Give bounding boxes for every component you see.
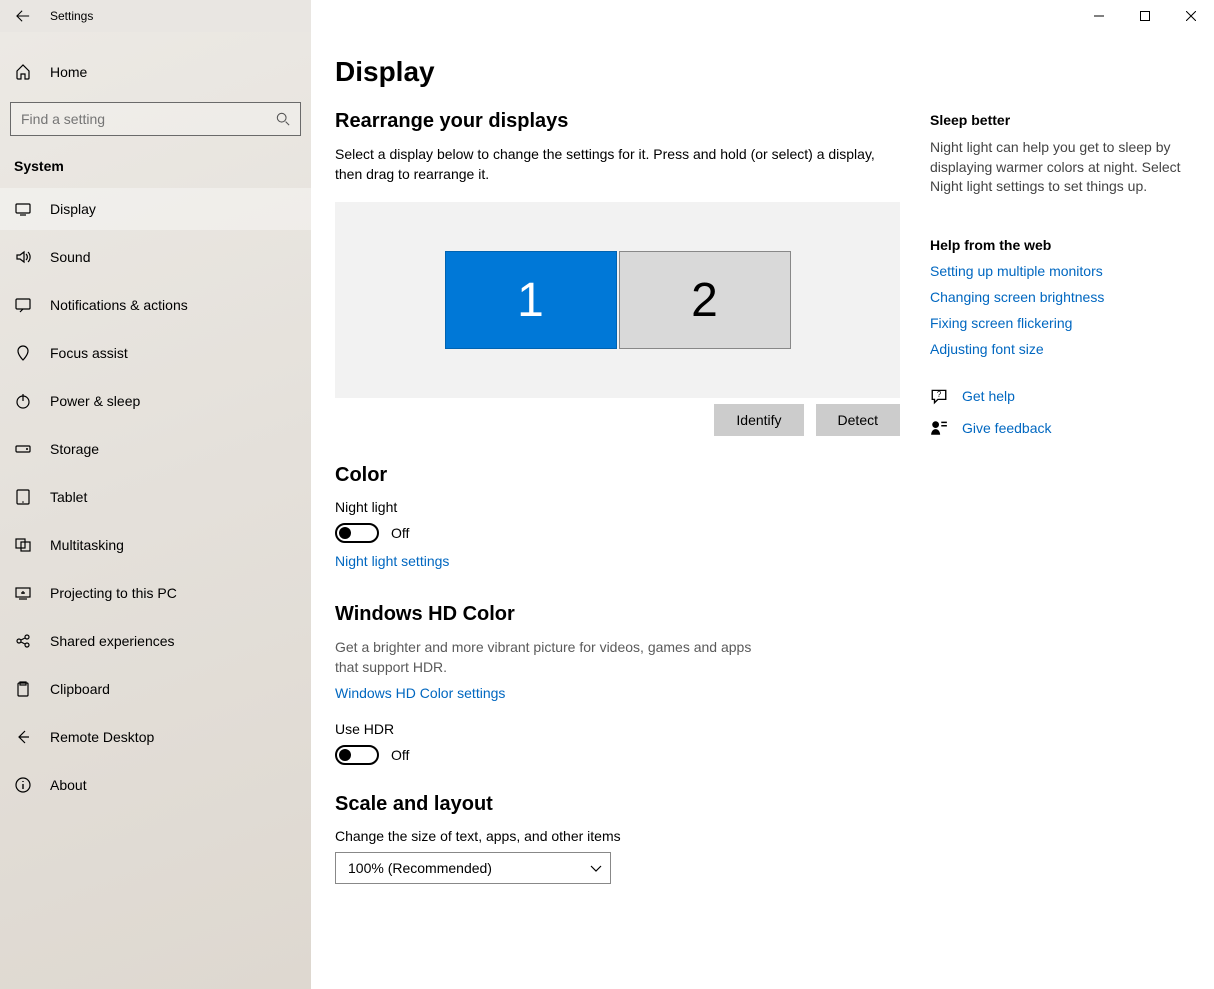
notifications-icon	[14, 296, 32, 314]
sidebar-item-label: Shared experiences	[50, 633, 175, 649]
svg-text:?: ?	[937, 390, 942, 399]
sidebar-item-display[interactable]: Display	[0, 188, 311, 230]
display-icon	[14, 200, 32, 218]
sidebar-item-label: Tablet	[50, 489, 87, 505]
get-help-link[interactable]: Get help	[962, 388, 1015, 404]
help-link-flickering[interactable]: Fixing screen flickering	[930, 315, 1190, 331]
sidebar-item-projecting[interactable]: Projecting to this PC	[0, 572, 311, 614]
minimize-button[interactable]	[1076, 0, 1122, 32]
get-help-icon: ?	[930, 387, 948, 405]
sidebar-item-label: Storage	[50, 441, 99, 457]
sidebar-item-clipboard[interactable]: Clipboard	[0, 668, 311, 710]
help-from-web-heading: Help from the web	[930, 237, 1190, 253]
search-input[interactable]	[21, 111, 276, 127]
sidebar-item-label: Clipboard	[50, 681, 110, 697]
maximize-icon	[1140, 11, 1150, 21]
scale-value: 100% (Recommended)	[348, 860, 492, 876]
sidebar: Home System Display Sound Notifications …	[0, 32, 311, 989]
give-feedback-link[interactable]: Give feedback	[962, 420, 1052, 436]
window-title: Settings	[46, 0, 93, 32]
tablet-icon	[14, 488, 32, 506]
sleep-better-heading: Sleep better	[930, 112, 1190, 128]
rearrange-heading: Rearrange your displays	[335, 110, 900, 133]
use-hdr-state: Off	[391, 747, 409, 763]
sidebar-item-label: Display	[50, 201, 96, 217]
sidebar-home[interactable]: Home	[0, 52, 311, 92]
sidebar-item-power-sleep[interactable]: Power & sleep	[0, 380, 311, 422]
home-icon	[14, 63, 32, 81]
titlebar: Settings	[0, 0, 1214, 32]
close-button[interactable]	[1168, 0, 1214, 32]
sidebar-item-tablet[interactable]: Tablet	[0, 476, 311, 518]
night-light-state: Off	[391, 525, 409, 541]
projecting-icon	[14, 584, 32, 602]
remote-desktop-icon	[14, 728, 32, 746]
help-link-font-size[interactable]: Adjusting font size	[930, 341, 1190, 357]
shared-experiences-icon	[14, 632, 32, 650]
sidebar-item-label: About	[50, 777, 87, 793]
rearrange-desc: Select a display below to change the set…	[335, 145, 900, 184]
page-title: Display	[335, 56, 900, 88]
scale-dropdown[interactable]: 100% (Recommended)	[335, 852, 611, 884]
back-button[interactable]	[0, 0, 46, 32]
sidebar-item-about[interactable]: About	[0, 764, 311, 806]
identify-button[interactable]: Identify	[714, 404, 803, 436]
power-icon	[14, 392, 32, 410]
monitor-2[interactable]: 2	[619, 251, 791, 349]
about-icon	[14, 776, 32, 794]
storage-icon	[14, 440, 32, 458]
give-feedback-row[interactable]: Give feedback	[930, 419, 1190, 437]
search-icon	[276, 112, 290, 126]
sidebar-category: System	[0, 158, 311, 188]
help-link-brightness[interactable]: Changing screen brightness	[930, 289, 1190, 305]
sidebar-item-notifications[interactable]: Notifications & actions	[0, 284, 311, 326]
scale-label: Change the size of text, apps, and other…	[335, 828, 900, 844]
close-icon	[1186, 11, 1196, 21]
sidebar-item-remote-desktop[interactable]: Remote Desktop	[0, 716, 311, 758]
search-input-wrapper[interactable]	[10, 102, 301, 136]
sidebar-item-label: Focus assist	[50, 345, 128, 361]
sidebar-item-label: Power & sleep	[50, 393, 140, 409]
sidebar-item-sound[interactable]: Sound	[0, 236, 311, 278]
minimize-icon	[1094, 11, 1104, 21]
sidebar-item-label: Remote Desktop	[50, 729, 154, 745]
sound-icon	[14, 248, 32, 266]
monitor-1[interactable]: 1	[445, 251, 617, 349]
detect-button[interactable]: Detect	[816, 404, 900, 436]
help-link-multiple-monitors[interactable]: Setting up multiple monitors	[930, 263, 1190, 279]
clipboard-icon	[14, 680, 32, 698]
color-heading: Color	[335, 464, 900, 487]
give-feedback-icon	[930, 419, 948, 437]
main: Display Rearrange your displays Select a…	[311, 32, 1214, 989]
focus-assist-icon	[14, 344, 32, 362]
use-hdr-label: Use HDR	[335, 721, 900, 737]
sidebar-item-label: Notifications & actions	[50, 297, 188, 313]
sidebar-item-multitasking[interactable]: Multitasking	[0, 524, 311, 566]
display-arrangement-area[interactable]: 1 2	[335, 202, 900, 398]
aside: Sleep better Night light can help you ge…	[930, 56, 1190, 989]
multitasking-icon	[14, 536, 32, 554]
chevron-down-icon	[590, 862, 602, 874]
sleep-better-desc: Night light can help you get to sleep by…	[930, 138, 1190, 197]
sidebar-item-label: Sound	[50, 249, 90, 265]
get-help-row[interactable]: ? Get help	[930, 387, 1190, 405]
night-light-label: Night light	[335, 499, 900, 515]
arrow-left-icon	[16, 9, 30, 23]
hdcolor-settings-link[interactable]: Windows HD Color settings	[335, 685, 505, 701]
hdcolor-heading: Windows HD Color	[335, 603, 900, 626]
sidebar-home-label: Home	[50, 64, 87, 80]
sidebar-item-label: Multitasking	[50, 537, 124, 553]
sidebar-item-label: Projecting to this PC	[50, 585, 177, 601]
night-light-settings-link[interactable]: Night light settings	[335, 553, 449, 569]
sidebar-item-shared-experiences[interactable]: Shared experiences	[0, 620, 311, 662]
scale-heading: Scale and layout	[335, 793, 900, 816]
night-light-toggle[interactable]	[335, 523, 379, 543]
sidebar-item-focus-assist[interactable]: Focus assist	[0, 332, 311, 374]
use-hdr-toggle[interactable]	[335, 745, 379, 765]
maximize-button[interactable]	[1122, 0, 1168, 32]
hdcolor-desc: Get a brighter and more vibrant picture …	[335, 638, 775, 677]
sidebar-item-storage[interactable]: Storage	[0, 428, 311, 470]
